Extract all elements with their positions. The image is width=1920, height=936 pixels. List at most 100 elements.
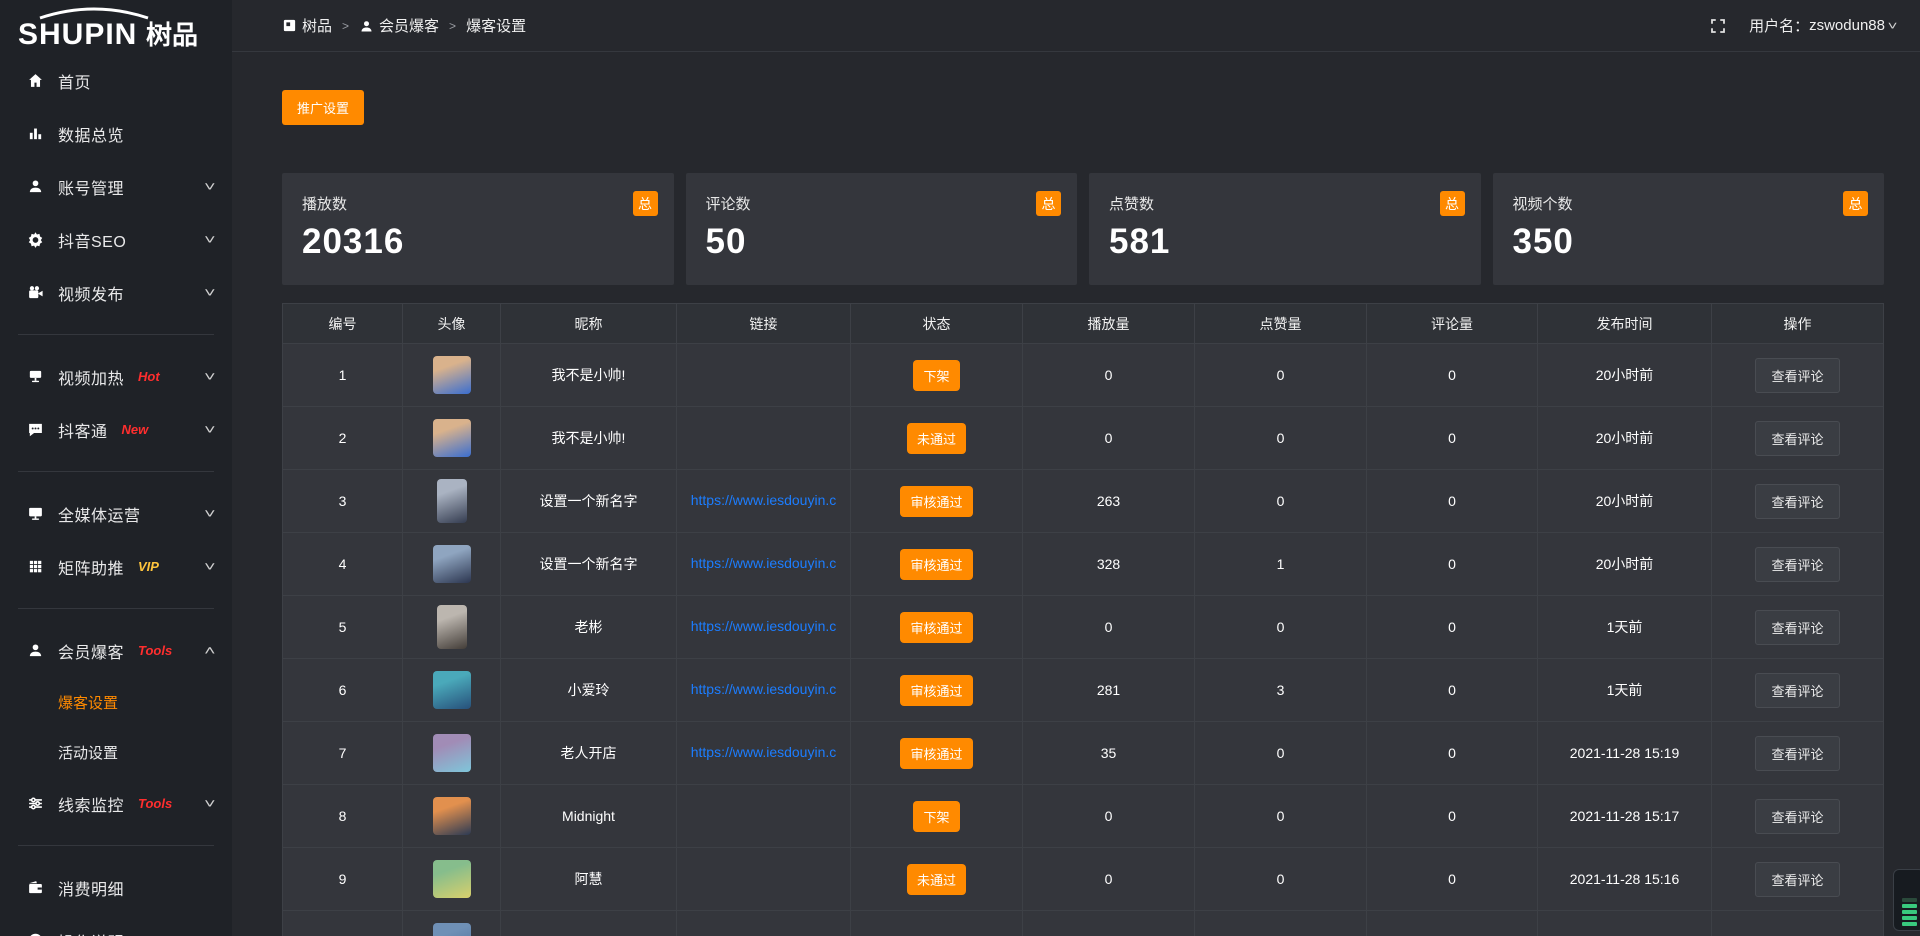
- view-comments-button[interactable]: 查看评论: [1755, 421, 1839, 456]
- cell-link: https://www.iesdouyin.c: [677, 659, 851, 722]
- status-badge[interactable]: 审核通过: [900, 612, 972, 643]
- user-menu[interactable]: 用户名：zswodun88 ˅: [1749, 15, 1896, 36]
- cell-time: 20小时前: [1538, 533, 1712, 596]
- cell-comments: 0: [1367, 596, 1538, 659]
- cell-id: 8: [283, 785, 403, 848]
- sidebar-item-矩阵助推[interactable]: 矩阵助推VIP˅: [0, 540, 232, 593]
- status-badge[interactable]: 审核通过: [900, 549, 972, 580]
- video-link[interactable]: https://www.iesdouyin.c: [691, 492, 837, 508]
- sidebar-item-视频发布[interactable]: 视频发布˅: [0, 266, 232, 319]
- view-comments-button[interactable]: 查看评论: [1755, 736, 1839, 771]
- app-square-icon: [282, 18, 297, 33]
- cell-avatar: [403, 848, 501, 911]
- sidebar-item-label: 视频发布: [58, 281, 124, 305]
- camera-icon: [26, 284, 44, 302]
- cell-time: 20小时前: [1538, 407, 1712, 470]
- avatar: [433, 923, 471, 936]
- view-comments-button[interactable]: 查看评论: [1755, 547, 1839, 582]
- cell-plays: 328: [1023, 533, 1195, 596]
- breadcrumb-item-3: 爆客设置: [466, 15, 526, 36]
- total-badge: 总: [633, 191, 658, 216]
- status-badge[interactable]: 审核通过: [900, 738, 972, 769]
- cell-avatar: [403, 659, 501, 722]
- stat-card-播放数: 播放数20316总: [282, 173, 674, 285]
- cell-nick: [501, 911, 677, 936]
- breadcrumb-item-1[interactable]: 树品: [282, 15, 332, 36]
- cell-plays: 0: [1023, 344, 1195, 407]
- status-badge[interactable]: 未通过: [907, 864, 966, 895]
- video-link[interactable]: https://www.iesdouyin.c: [691, 744, 837, 760]
- app-root: SHUPIN 树品 首页数据总览账号管理˅抖音SEO˅视频发布˅视频加热Hot˅…: [0, 0, 1920, 936]
- status-badge[interactable]: 下架: [913, 360, 959, 391]
- fullscreen-icon[interactable]: [1709, 17, 1727, 35]
- sidebar-item-抖音SEO[interactable]: 抖音SEO˅: [0, 213, 232, 266]
- cell-status: 未通过: [851, 848, 1023, 911]
- breadcrumb-item-2[interactable]: 会员爆客: [359, 15, 439, 36]
- sidebar-item-消费明细[interactable]: 消费明细: [0, 861, 232, 914]
- cell-status: 审核通过: [851, 470, 1023, 533]
- cell-status: 审核通过: [851, 596, 1023, 659]
- video-link[interactable]: https://www.iesdouyin.c: [691, 555, 837, 571]
- table-row: 7老人开店https://www.iesdouyin.c审核通过35002021…: [283, 722, 1884, 785]
- corner-widget[interactable]: [1893, 869, 1920, 931]
- avatar: [437, 605, 467, 649]
- stat-label: 播放数: [302, 193, 656, 214]
- view-comments-button[interactable]: 查看评论: [1755, 358, 1839, 393]
- view-comments-button[interactable]: 查看评论: [1755, 799, 1839, 834]
- stat-label: 视频个数: [1513, 193, 1867, 214]
- view-comments-button[interactable]: 查看评论: [1755, 484, 1839, 519]
- sidebar-item-操作说明[interactable]: ?操作说明: [0, 914, 232, 936]
- status-badge[interactable]: 未通过: [907, 423, 966, 454]
- cell-id: 9: [283, 848, 403, 911]
- sidebar-divider: [18, 471, 214, 472]
- view-comments-button[interactable]: 查看评论: [1755, 673, 1839, 708]
- chevron-down-icon: ˅: [205, 369, 216, 384]
- sidebar-item-抖客通[interactable]: 抖客通New˅: [0, 403, 232, 456]
- cell-action: [1712, 911, 1884, 936]
- status-badge[interactable]: 审核通过: [900, 675, 972, 706]
- chevron-down-icon: ˅: [205, 422, 216, 437]
- video-link[interactable]: https://www.iesdouyin.c: [691, 618, 837, 634]
- table-row: 4设置一个新名字https://www.iesdouyin.c审核通过32810…: [283, 533, 1884, 596]
- widget-bar: [1902, 910, 1917, 914]
- video-link[interactable]: https://www.iesdouyin.c: [691, 681, 837, 697]
- sidebar-item-数据总览[interactable]: 数据总览: [0, 107, 232, 160]
- sidebar-item-账号管理[interactable]: 账号管理˅: [0, 160, 232, 213]
- cell-plays: 263: [1023, 470, 1195, 533]
- sidebar-item-会员爆客[interactable]: 会员爆客Tools˄: [0, 624, 232, 677]
- cell-action: 查看评论: [1712, 848, 1884, 911]
- sidebar-badge-VIP: VIP: [138, 559, 159, 574]
- sidebar-subitem-活动设置[interactable]: 活动设置: [0, 727, 232, 777]
- cell-likes: 0: [1195, 848, 1367, 911]
- topbar-right: 用户名：zswodun88 ˅: [1709, 15, 1896, 36]
- cell-avatar: [403, 722, 501, 785]
- cell-id: 2: [283, 407, 403, 470]
- sidebar-item-label: 消费明细: [58, 876, 124, 900]
- chevron-down-icon: ˅: [205, 796, 216, 811]
- cell-link: [677, 911, 851, 936]
- sidebar-subitem-爆客设置[interactable]: 爆客设置: [0, 677, 232, 727]
- cell-nick: 小爱玲: [501, 659, 677, 722]
- cell-nick: 设置一个新名字: [501, 470, 677, 533]
- sidebar-item-label: 抖音SEO: [58, 228, 126, 252]
- cell-avatar: [403, 533, 501, 596]
- view-comments-button[interactable]: 查看评论: [1755, 610, 1839, 645]
- total-badge: 总: [1843, 191, 1868, 216]
- sidebar-item-全媒体运营[interactable]: 全媒体运营˅: [0, 487, 232, 540]
- status-badge[interactable]: 审核通过: [900, 486, 972, 517]
- view-comments-button[interactable]: 查看评论: [1755, 862, 1839, 897]
- sidebar-item-首页[interactable]: 首页: [0, 54, 232, 107]
- sidebar-item-视频加热[interactable]: 视频加热Hot˅: [0, 350, 232, 403]
- column-header-状态: 状态: [851, 304, 1023, 344]
- cell-action: 查看评论: [1712, 407, 1884, 470]
- sidebar-item-label: 抖客通: [58, 418, 108, 442]
- avatar: [433, 797, 471, 835]
- cell-time: 1天前: [1538, 659, 1712, 722]
- column-header-播放量: 播放量: [1023, 304, 1195, 344]
- promo-settings-button[interactable]: 推广设置: [282, 90, 364, 125]
- cell-status: 审核通过: [851, 659, 1023, 722]
- table-row: 2我不是小帅!未通过00020小时前查看评论: [283, 407, 1884, 470]
- status-badge[interactable]: 下架: [913, 801, 959, 832]
- sidebar-item-线索监控[interactable]: 线索监控Tools˅: [0, 777, 232, 830]
- svg-text:SHUPIN: SHUPIN: [18, 18, 137, 48]
